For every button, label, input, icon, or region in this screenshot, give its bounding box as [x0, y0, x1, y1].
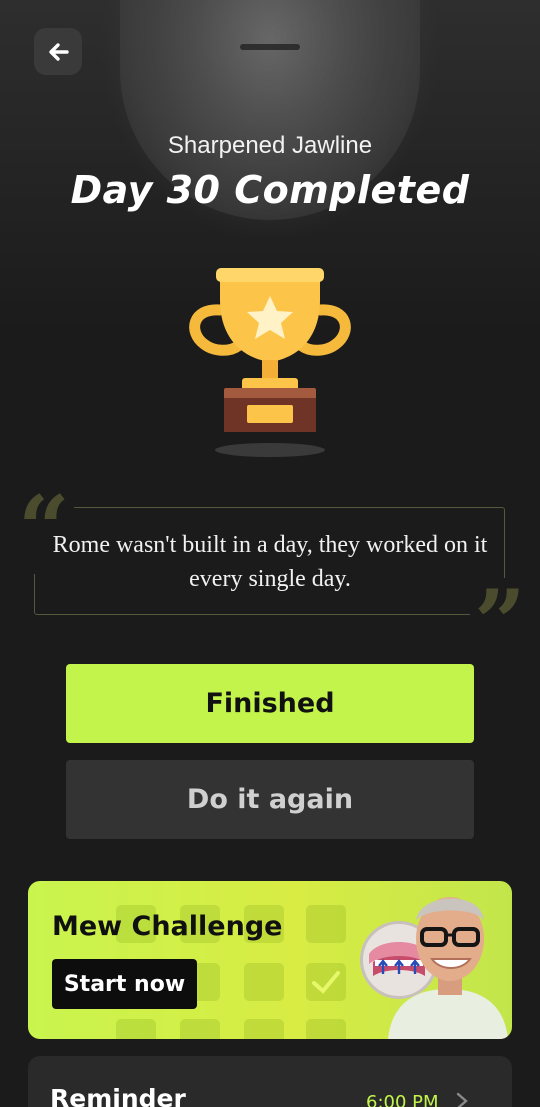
trophy-icon [189, 268, 351, 457]
reminder-time: 6:00 PM [366, 1092, 439, 1107]
start-now-button[interactable]: Start now [52, 959, 197, 1009]
grid-tile [244, 1019, 284, 1039]
reminder-card[interactable]: Reminder 6:00 PM [28, 1056, 512, 1107]
quote-text: Rome wasn't built in a day, they worked … [52, 532, 488, 592]
grid-tile [306, 1019, 346, 1039]
check-icon [312, 971, 340, 994]
hero-face-detail [240, 44, 300, 50]
grid-tile [306, 905, 346, 943]
grid-tile [306, 963, 346, 1001]
challenge-title: Mew Challenge [52, 911, 283, 942]
program-subtitle: Sharpened Jawline [167, 132, 373, 159]
arrow-left-icon [49, 42, 69, 61]
reminder-label: Reminder [50, 1084, 186, 1107]
grid-tile [180, 1019, 220, 1039]
grid-tile [244, 963, 284, 1001]
finished-button[interactable]: Finished [66, 664, 474, 743]
back-button[interactable] [34, 28, 82, 75]
grid-tile [116, 1019, 156, 1039]
page-title: Day 30 Completed [70, 168, 470, 212]
coach-avatar [388, 897, 508, 1039]
chevron-right-icon [456, 1092, 468, 1107]
do-it-again-button[interactable]: Do it again [66, 760, 474, 839]
mew-challenge-card[interactable]: Mew Challenge Start now [28, 881, 512, 1039]
